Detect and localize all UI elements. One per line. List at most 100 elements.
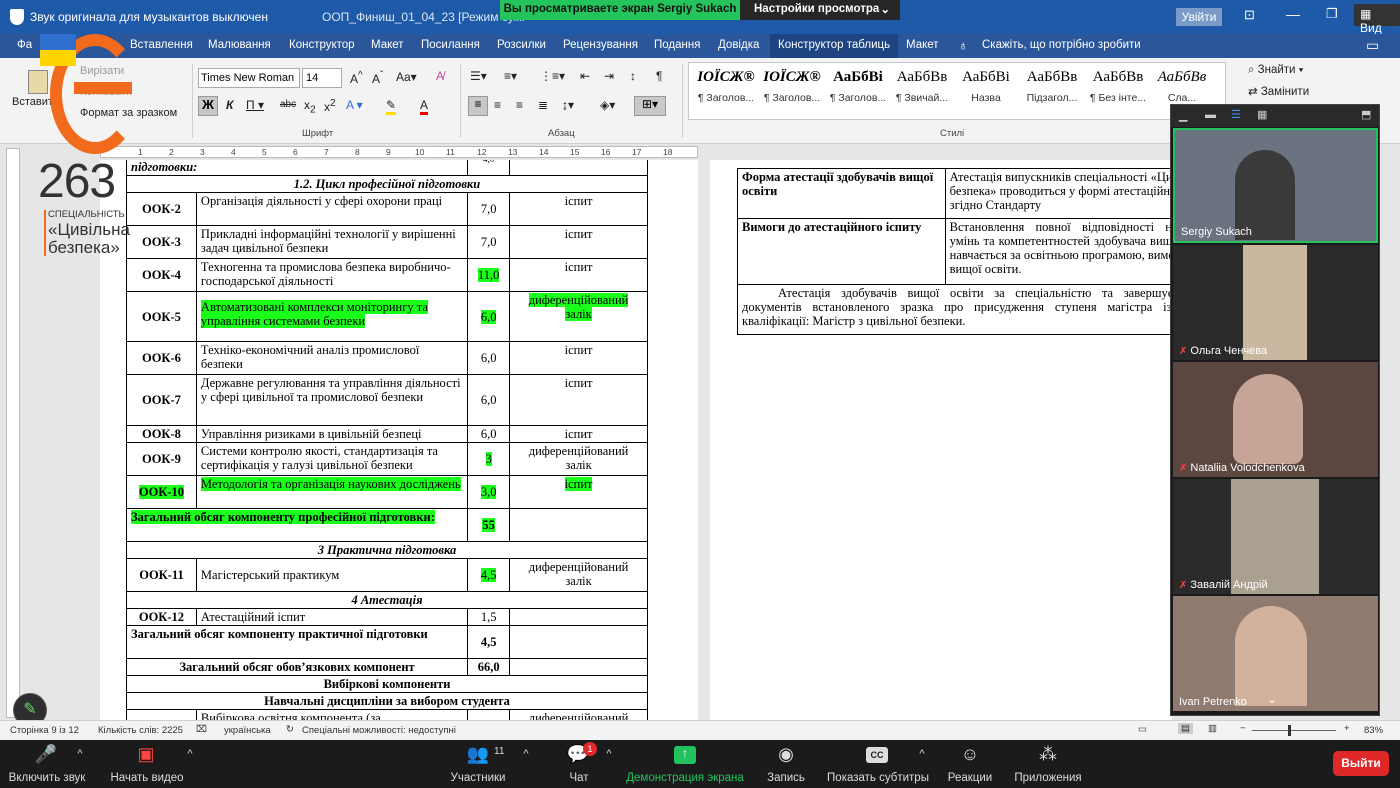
style-item[interactable]: АаБбВв Підзагол... [1019,69,1085,104]
unmute-button[interactable]: Включить звук [9,772,86,784]
grow-font-icon[interactable]: A^ [350,70,363,86]
participant-tile[interactable]: Ivan Petrenko ⌄ [1173,596,1378,711]
apps-button[interactable]: Приложения [1014,772,1081,784]
tab-design[interactable]: Конструктор [289,39,355,51]
text-effects-icon[interactable]: A ▾ [346,98,363,112]
zoom-slider[interactable] [1252,725,1336,736]
shading-icon[interactable]: ◈▾ [600,98,615,112]
participant-tile[interactable]: ✗ Ольга Ченчева [1173,245,1378,360]
view-settings-button[interactable]: Настройки просмотра ⌄ [740,0,900,20]
strip-view-icon[interactable]: ☰ [1231,108,1241,121]
comments-icon[interactable]: ▭ [1366,37,1379,54]
tab-references[interactable]: Посилання [421,39,480,51]
sort-icon[interactable]: ↕ [630,69,636,83]
find-button[interactable]: ⌕ Знайти ▾ [1248,64,1304,77]
tab-mailings[interactable]: Розсилки [497,39,546,51]
ribbon-display-icon[interactable]: ⊡ [1244,7,1255,23]
record-icon[interactable]: ◉ [778,744,794,765]
font-color-icon[interactable]: A [420,98,429,115]
participant-tile[interactable]: ✗ Завалій Андрій [1173,479,1378,594]
captions-button[interactable]: Показать субтитры [827,772,929,784]
underline-button[interactable]: П ▾ [246,98,264,112]
chevron-up-icon[interactable]: ^ [606,748,611,760]
style-item[interactable]: АаБбВв ¶ Звичай... [889,69,955,104]
chevron-up-icon[interactable]: ^ [187,748,192,760]
tab-layout[interactable]: Макет [371,39,404,51]
strikethrough-button[interactable]: abc [280,99,296,110]
align-right-button[interactable]: ≡ [516,98,523,112]
start-video-button[interactable]: Начать видео [110,772,183,784]
zoom-out-button[interactable]: − [1240,723,1246,734]
format-painter-button[interactable]: Формат за зразком [80,107,177,119]
minimize-panel-icon[interactable]: ▁ [1179,109,1187,122]
justify-button[interactable]: ≣ [538,98,548,112]
apps-icon[interactable]: ⁂ [1039,744,1057,765]
highlight-icon[interactable]: ✎ [386,98,397,115]
share-screen-button[interactable]: Демонстрация экрана [626,772,744,784]
bullets-icon[interactable]: ☰▾ [470,69,487,83]
restore-icon[interactable]: ❐ [1326,6,1338,22]
bold-button[interactable]: Ж [198,96,218,116]
italic-button[interactable]: К [226,98,233,112]
line-spacing-icon[interactable]: ↨▾ [562,98,574,112]
style-item[interactable]: АаБбВв ¶ Без інте... [1085,69,1151,104]
record-button[interactable]: Запись [767,772,805,784]
align-left-button[interactable]: ≡ [468,96,488,116]
participants-icon[interactable]: 👥 [467,744,489,765]
clear-formatting-icon[interactable]: A̸ [436,69,444,83]
paste-button[interactable]: Вставити [12,96,59,108]
reactions-button[interactable]: Реакции [948,772,992,784]
tell-me-search[interactable]: Скажіть, що потрібно зробити [982,39,1141,51]
subscript-button[interactable]: x2 [304,98,316,115]
tab-view[interactable]: Подання [654,39,700,51]
web-layout-icon[interactable]: ▥ [1208,723,1217,734]
chat-button[interactable]: Чат [569,772,588,784]
borders-icon[interactable]: ⊞▾ [634,96,666,116]
show-marks-icon[interactable]: ¶ [656,69,662,83]
style-item[interactable]: АаБбВі ¶ Заголов... [825,69,891,104]
zoom-in-button[interactable]: + [1344,723,1350,734]
chevron-up-icon[interactable]: ^ [919,748,924,760]
replace-button[interactable]: ⇄ Замінити [1248,84,1309,98]
participant-tile[interactable]: Sergiy Sukach [1173,128,1378,243]
focus-icon[interactable]: ▭ [1138,724,1147,735]
leave-button[interactable]: Выйти [1333,751,1389,776]
font-size-dropdown[interactable]: 14 [302,68,342,88]
superscript-button[interactable]: x2 [324,98,336,114]
chevron-up-icon[interactable]: ^ [77,748,82,760]
decrease-indent-icon[interactable]: ⇤ [580,69,590,83]
gallery-view-icon[interactable]: ▦ [1257,108,1267,121]
video-off-icon[interactable]: ▣ [137,744,154,765]
participants-button[interactable]: Участники [451,772,506,784]
minimize-icon[interactable]: — [1286,6,1300,22]
zoom-slider-thumb[interactable] [1288,725,1291,736]
speaker-view-icon[interactable]: ▬ [1205,109,1216,121]
font-name-dropdown[interactable]: Times New Roman [198,68,300,88]
tab-table-design[interactable]: Конструктор таблиць [770,34,899,58]
shrink-font-icon[interactable]: Aˇ [372,70,383,86]
tab-help[interactable]: Довідка [718,39,759,51]
style-item[interactable]: АаБбВв Сла... [1149,69,1215,104]
page-counter[interactable]: Сторінка 9 із 12 [10,725,79,736]
tab-table-layout[interactable]: Макет [906,39,939,51]
tab-draw[interactable]: Малювання [208,39,271,51]
tab-file[interactable]: Фа [17,39,32,51]
share-screen-icon[interactable]: ↑ [674,746,696,764]
participant-tile[interactable]: ✗ Nataliia Volodchenkova [1173,362,1378,477]
style-item[interactable]: ІОЇСЖ® ¶ Заголов... [759,69,825,104]
style-item[interactable]: ІОЇСЖ® ¶ Заголов... [693,69,759,104]
login-button[interactable]: Увійти [1176,8,1222,26]
print-layout-icon[interactable]: ▤ [1178,723,1193,734]
language-status[interactable]: українська [224,725,271,736]
increase-indent-icon[interactable]: ⇥ [604,69,614,83]
style-item[interactable]: АаБбВі Назва [953,69,1019,104]
multilevel-list-icon[interactable]: ⋮≡▾ [540,69,565,83]
tab-review[interactable]: Рецензування [563,39,638,51]
muted-mic-icon[interactable]: 🎤 [35,744,57,765]
numbering-icon[interactable]: ≡▾ [504,69,517,83]
captions-icon[interactable]: CC [866,747,888,763]
proofing-icon[interactable]: ⌧ [196,724,207,735]
tab-insert[interactable]: Вставлення [130,39,193,51]
chevron-down-icon[interactable]: ⌄ [1267,692,1277,706]
view-menu-button[interactable]: ▦ Вид [1354,4,1400,35]
